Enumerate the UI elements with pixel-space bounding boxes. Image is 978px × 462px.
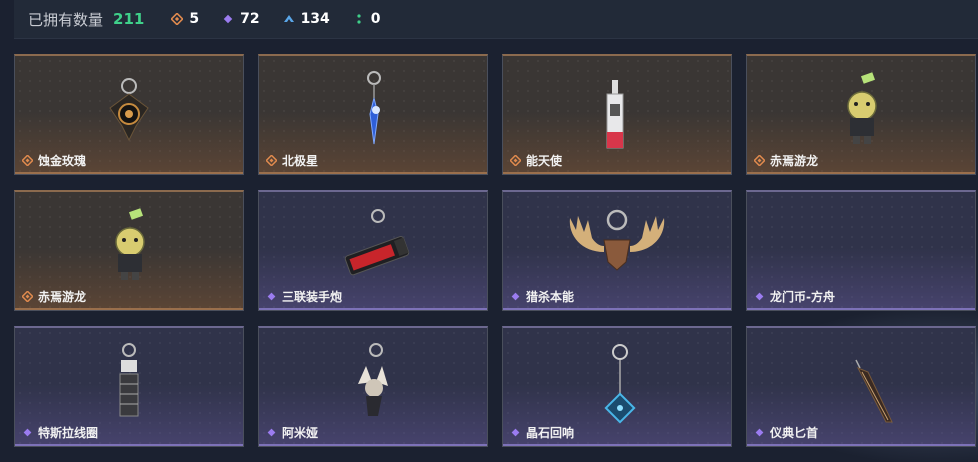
rose-charm-icon	[109, 78, 149, 142]
item-name: 晶石回响	[526, 426, 575, 440]
item-name: 赤焉游龙	[38, 290, 87, 304]
figure-charm-icon	[358, 343, 388, 416]
stat-purple: 72	[221, 11, 260, 27]
dagger-charm-icon	[855, 359, 893, 423]
stat-orange: 5	[170, 11, 199, 27]
blue-arrow-icon	[282, 12, 296, 26]
item-grid: 蚀金玫瑰 北极星 能天使 赤焉游龙 赤焉游龙 三联装手炮 猎杀本能 龙门币-方舟…	[14, 54, 976, 447]
stat-blue-value: 134	[300, 11, 330, 27]
crystal-charm-icon	[604, 344, 636, 424]
purple-rarity-icon	[266, 291, 277, 302]
item-name: 仪典匕首	[770, 426, 819, 440]
dragon-charm-icon	[847, 72, 877, 144]
orange-rarity-icon	[510, 155, 521, 166]
item-card[interactable]: 仪典匕首	[746, 326, 976, 447]
orange-rarity-icon	[22, 155, 33, 166]
green-dots-icon	[352, 12, 366, 26]
antler-charm-icon	[569, 209, 665, 271]
item-name: 龙门币-方舟	[770, 290, 835, 304]
item-name: 北极星	[282, 154, 319, 168]
item-name: 能天使	[526, 154, 563, 168]
item-card[interactable]: 三联装手炮	[258, 190, 488, 311]
orange-rarity-icon	[22, 291, 33, 302]
dragon-charm-icon	[115, 208, 145, 280]
purple-rarity-icon	[266, 427, 277, 438]
item-name: 蚀金玫瑰	[38, 154, 87, 168]
item-name: 特斯拉线圈	[38, 426, 99, 440]
item-card[interactable]: 赤焉游龙	[746, 54, 976, 175]
item-card[interactable]: 能天使	[502, 54, 732, 175]
star-pendant-icon	[367, 71, 381, 145]
stat-green-value: 0	[370, 11, 381, 27]
cannon-charm-icon	[344, 209, 410, 276]
purple-rarity-icon	[754, 427, 765, 438]
item-card[interactable]: 赤焉游龙	[14, 190, 244, 311]
purple-diamond-icon	[221, 12, 235, 26]
item-card[interactable]: 阿米娅	[258, 326, 488, 447]
stat-orange-value: 5	[189, 11, 200, 27]
item-card[interactable]: 特斯拉线圈	[14, 326, 244, 447]
stat-green: 0	[352, 11, 381, 27]
purple-rarity-icon	[754, 291, 765, 302]
card-charm-icon	[606, 80, 624, 149]
orange-diamond-icon	[170, 12, 184, 26]
item-card[interactable]: 猎杀本能	[502, 190, 732, 311]
inventory-header: 已拥有数量 211 5 72 134 0	[14, 0, 978, 39]
purple-rarity-icon	[510, 427, 521, 438]
item-card[interactable]: 蚀金玫瑰	[14, 54, 244, 175]
orange-rarity-icon	[266, 155, 277, 166]
owned-label: 已拥有数量	[28, 10, 104, 29]
item-name: 三联装手炮	[282, 290, 343, 304]
purple-rarity-icon	[22, 427, 33, 438]
item-name: 赤焉游龙	[770, 154, 819, 168]
item-card[interactable]: 龙门币-方舟	[746, 190, 976, 311]
orange-rarity-icon	[754, 155, 765, 166]
item-card[interactable]: 北极星	[258, 54, 488, 175]
item-name: 猎杀本能	[526, 290, 575, 304]
coil-charm-icon	[119, 343, 139, 417]
stat-purple-value: 72	[240, 11, 260, 27]
item-card[interactable]: 晶石回响	[502, 326, 732, 447]
stat-blue: 134	[282, 11, 330, 27]
purple-rarity-icon	[510, 291, 521, 302]
item-name: 阿米娅	[282, 426, 319, 440]
owned-count: 211	[113, 10, 145, 28]
